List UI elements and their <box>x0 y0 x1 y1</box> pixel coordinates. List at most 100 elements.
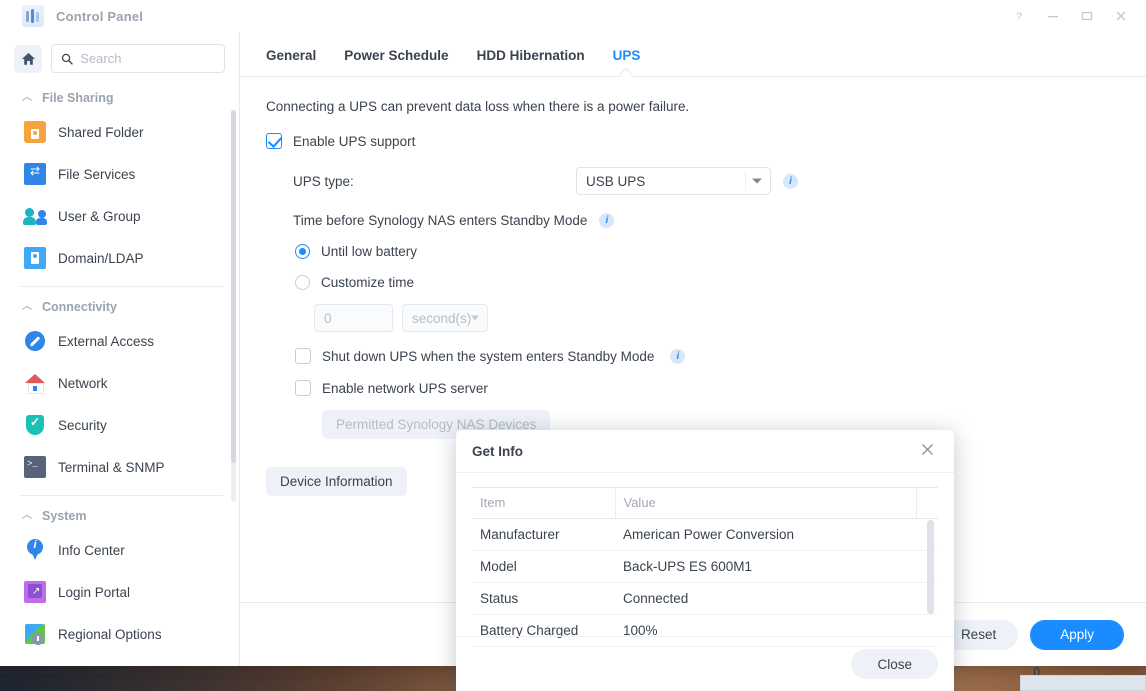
ups-type-value: USB UPS <box>586 173 646 189</box>
sidebar-item-external-access[interactable]: External Access <box>0 320 239 362</box>
sidebar-nav: ︿ File Sharing Shared Folder File Servic… <box>0 83 239 655</box>
standby-mode-heading: Time before Synology NAS enters Standby … <box>266 213 1120 228</box>
row-item: Status <box>472 582 615 615</box>
table-row[interactable]: Manufacturer American Power Conversion <box>472 518 938 551</box>
window-titlebar[interactable]: Control Panel ? <box>0 0 1146 32</box>
dialog-close-icon[interactable] <box>915 439 940 463</box>
sidebar-group-system[interactable]: ︿ System <box>0 503 239 529</box>
tab-bar: General Power Schedule HDD Hibernation U… <box>240 32 1146 77</box>
chevron-up-icon: ︿ <box>22 510 32 521</box>
shared-folder-icon <box>24 121 46 143</box>
enable-ups-support-row[interactable]: Enable UPS support <box>266 133 1120 149</box>
enable-ups-support-checkbox[interactable] <box>266 133 282 149</box>
custom-time-controls: 0 second(s) <box>266 304 1120 332</box>
apply-button[interactable]: Apply <box>1030 619 1124 650</box>
home-icon <box>21 52 35 65</box>
dialog-scrollbar-thumb[interactable] <box>927 520 934 614</box>
regional-options-icon <box>24 623 46 645</box>
control-panel-icon <box>22 5 44 27</box>
sidebar-item-label: User & Group <box>58 208 141 224</box>
sidebar-group-file-sharing[interactable]: ︿ File Sharing <box>0 85 239 111</box>
sidebar-item-terminal-snmp[interactable]: Terminal & SNMP <box>0 446 239 488</box>
maximize-button[interactable] <box>1070 0 1104 32</box>
column-header-item: Item <box>472 487 616 519</box>
chevron-up-icon: ︿ <box>22 301 32 312</box>
chevron-down-icon <box>471 315 479 321</box>
security-icon <box>24 414 46 436</box>
ups-type-row: UPS type: USB UPS i <box>266 167 1120 195</box>
close-button[interactable] <box>1104 0 1138 32</box>
network-ups-server-label: Enable network UPS server <box>322 380 488 396</box>
until-low-battery-radio[interactable] <box>295 244 310 259</box>
custom-time-input[interactable]: 0 <box>314 304 393 332</box>
table-header-row: Item Value <box>472 487 938 519</box>
search-input[interactable] <box>80 51 215 66</box>
sidebar-item-user-group[interactable]: User & Group <box>0 195 239 237</box>
sidebar-item-label: Security <box>58 417 107 433</box>
sidebar-item-label: File Services <box>58 166 136 182</box>
search-box[interactable] <box>51 44 225 73</box>
sidebar-item-security[interactable]: Security <box>0 404 239 446</box>
help-button[interactable]: ? <box>1002 0 1036 32</box>
column-header-spacer <box>916 487 938 519</box>
get-info-dialog: Get Info Item Value Manufacturer America… <box>456 430 954 691</box>
table-row[interactable]: Model Back-UPS ES 600M1 <box>472 550 938 583</box>
window-controls: ? <box>1002 0 1138 32</box>
minimize-button[interactable] <box>1036 0 1070 32</box>
chevron-up-icon: ︿ <box>22 92 32 103</box>
sidebar-item-domain-ldap[interactable]: Domain/LDAP <box>0 237 239 279</box>
row-value: Connected <box>615 582 938 615</box>
sidebar-item-label: Domain/LDAP <box>58 250 144 266</box>
sidebar-item-regional-options[interactable]: Regional Options <box>0 613 239 655</box>
ups-type-select[interactable]: USB UPS <box>576 167 771 195</box>
sidebar-item-label: Regional Options <box>58 626 162 642</box>
desktop-fragment-bar <box>1020 675 1146 691</box>
sidebar-item-file-services[interactable]: File Services <box>0 153 239 195</box>
tab-power-schedule[interactable]: Power Schedule <box>344 48 448 76</box>
dialog-title: Get Info <box>472 443 523 459</box>
ups-type-label: UPS type: <box>293 173 354 189</box>
row-item: Model <box>472 550 615 583</box>
sidebar-item-login-portal[interactable]: ↗ Login Portal <box>0 571 239 613</box>
shutdown-ups-info-icon[interactable]: i <box>670 348 686 364</box>
home-button[interactable] <box>14 44 42 73</box>
select-divider <box>745 171 746 191</box>
dialog-header: Get Info <box>456 430 954 473</box>
custom-time-unit-select[interactable]: second(s) <box>402 304 488 332</box>
sidebar-item-info-center[interactable]: Info Center <box>0 529 239 571</box>
svg-text:?: ? <box>1016 11 1022 22</box>
custom-time-unit-value: second(s) <box>412 310 472 326</box>
desktop-fragment: 0 <box>950 661 1146 691</box>
network-ups-server-row[interactable]: Enable network UPS server <box>266 380 1120 396</box>
dialog-close-button[interactable]: Close <box>851 649 938 679</box>
external-access-icon <box>24 330 46 352</box>
sidebar-item-label: Shared Folder <box>58 124 144 140</box>
standby-mode-info-icon[interactable]: i <box>599 213 615 228</box>
table-row[interactable]: Status Connected <box>472 582 938 615</box>
shutdown-ups-row[interactable]: Shut down UPS when the system enters Sta… <box>266 348 1120 364</box>
tab-ups[interactable]: UPS <box>613 48 641 76</box>
tab-hdd-hibernation[interactable]: HDD Hibernation <box>477 48 585 76</box>
chevron-down-icon <box>752 178 762 184</box>
network-ups-server-checkbox[interactable] <box>295 380 311 396</box>
sidebar-item-network[interactable]: Network <box>0 362 239 404</box>
row-item: Manufacturer <box>472 518 615 551</box>
sidebar-scrollbar-thumb[interactable] <box>231 110 236 463</box>
ups-type-info-icon[interactable]: i <box>783 173 798 189</box>
sidebar-item-shared-folder[interactable]: Shared Folder <box>0 111 239 153</box>
sidebar-group-connectivity[interactable]: ︿ Connectivity <box>0 294 239 320</box>
until-low-battery-row[interactable]: Until low battery <box>266 244 1120 259</box>
sidebar-divider <box>20 286 223 287</box>
device-information-button[interactable]: Device Information <box>266 467 407 496</box>
file-services-icon <box>24 163 46 185</box>
sidebar-item-label: Info Center <box>58 542 125 558</box>
customize-time-row[interactable]: Customize time <box>266 275 1120 290</box>
sidebar-group-label: File Sharing <box>42 91 114 105</box>
sidebar-item-label: Network <box>58 375 108 391</box>
sidebar-group-label: System <box>42 509 87 523</box>
search-icon <box>61 53 73 65</box>
customize-time-radio[interactable] <box>295 275 310 290</box>
info-center-icon <box>24 539 46 561</box>
shutdown-ups-checkbox[interactable] <box>295 348 311 364</box>
tab-general[interactable]: General <box>266 48 316 76</box>
